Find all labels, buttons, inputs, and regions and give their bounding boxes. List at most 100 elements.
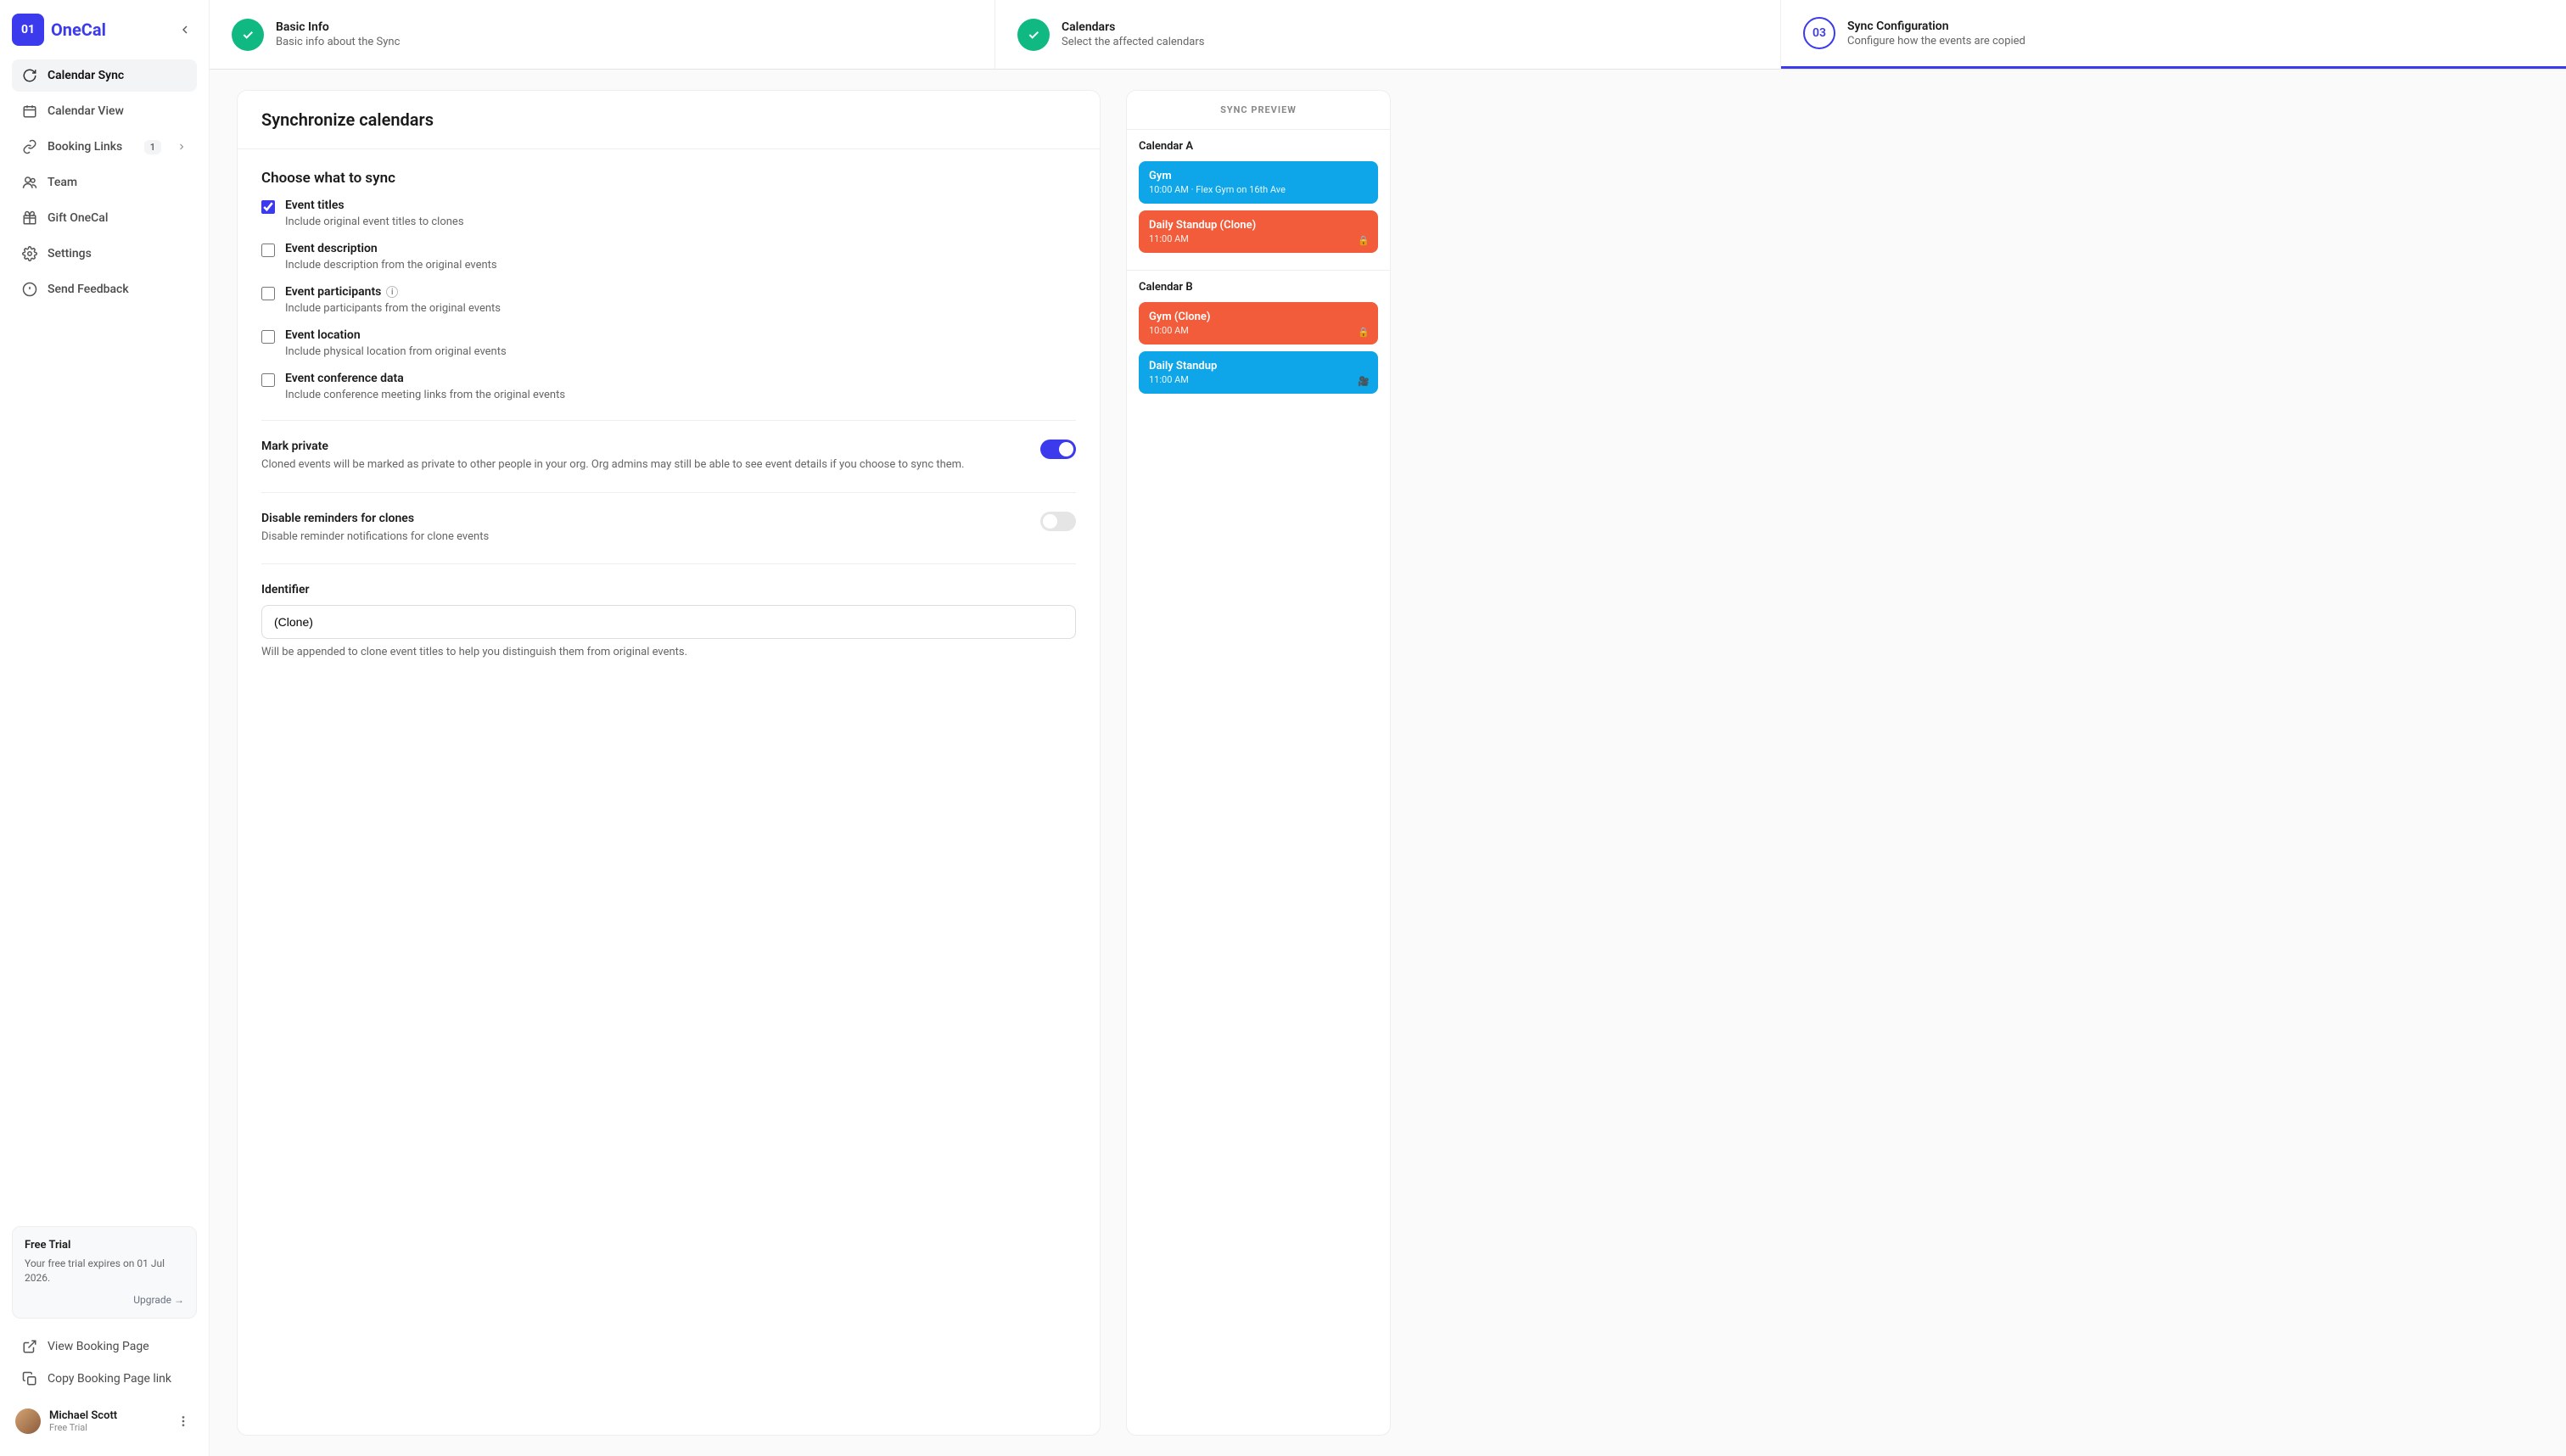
info-icon[interactable]: i [386, 286, 398, 298]
preview-event: Gym (Clone) 10:00 AM 🔒 [1139, 302, 1378, 344]
choose-section-title: Choose what to sync [261, 170, 1076, 187]
sidebar-item-label: Gift OneCal [48, 211, 108, 225]
event-title: Daily Standup [1149, 360, 1368, 372]
calendar-name: Calendar B [1139, 281, 1378, 294]
option-checkbox[interactable] [261, 287, 275, 300]
sidebar-item-calendar-sync[interactable]: Calendar Sync [12, 59, 197, 92]
sidebar-item-calendar-view[interactable]: Calendar View [12, 95, 197, 127]
avatar[interactable] [15, 1408, 41, 1434]
row-desc: Cloned events will be marked as private … [261, 456, 1020, 473]
lock-icon: 🔒 [1358, 327, 1370, 338]
lock-icon: 🔒 [1358, 235, 1370, 246]
sidebar-item-label: Team [48, 176, 77, 189]
preview-calendar-a: Calendar A Gym 10:00 AM · Flex Gym on 16… [1127, 129, 1390, 270]
link-label: View Booking Page [48, 1340, 149, 1353]
link-label: Copy Booking Page link [48, 1372, 171, 1386]
copy-booking-page-link[interactable]: Copy Booking Page link [12, 1363, 197, 1395]
trial-title: Free Trial [25, 1239, 184, 1252]
sidebar-item-badge: 1 [144, 140, 161, 154]
stepper: Basic Info Basic info about the Sync Cal… [210, 0, 2566, 70]
link-icon [22, 139, 37, 154]
option-checkbox[interactable] [261, 200, 275, 214]
identifier-help: Will be appended to clone event titles t… [261, 646, 1076, 658]
identifier-input[interactable] [261, 605, 1076, 639]
option-checkbox[interactable] [261, 373, 275, 387]
step-title: Basic Info [276, 20, 400, 34]
logo-mark: 01 [12, 14, 44, 46]
option-event-location: Event location Include physical location… [261, 328, 1076, 358]
calendar-icon [22, 104, 37, 119]
user-menu-button[interactable] [173, 1411, 193, 1431]
option-event-participants: Event participants i Include participant… [261, 285, 1076, 315]
sidebar-collapse-button[interactable] [173, 18, 197, 42]
disable-reminders-toggle[interactable] [1040, 512, 1076, 531]
trial-desc: Your free trial expires on 01 Jul 2026. [25, 1257, 184, 1285]
sidebar: 01 OneCal Calendar Sync Calendar View Bo… [0, 0, 210, 1456]
option-desc: Include original event titles to clones [285, 216, 464, 228]
sync-preview-panel: SYNC PREVIEW Calendar A Gym 10:00 AM · F… [1126, 90, 1391, 1436]
option-label: Event titles [285, 199, 464, 212]
preview-title: SYNC PREVIEW [1127, 91, 1390, 129]
mark-private-row: Mark private Cloned events will be marke… [261, 440, 1076, 473]
check-icon [232, 19, 264, 51]
step-desc: Basic info about the Sync [276, 36, 400, 48]
sync-icon [22, 68, 37, 83]
disable-reminders-row: Disable reminders for clones Disable rem… [261, 512, 1076, 546]
option-event-titles: Event titles Include original event titl… [261, 199, 1076, 228]
option-label: Event location [285, 328, 507, 342]
copy-icon [22, 1371, 37, 1386]
sidebar-item-gift[interactable]: Gift OneCal [12, 202, 197, 234]
option-label: Event conference data [285, 372, 565, 385]
view-booking-page-link[interactable]: View Booking Page [12, 1330, 197, 1363]
step-calendars[interactable]: Calendars Select the affected calendars [995, 0, 1781, 69]
event-title: Daily Standup (Clone) [1149, 219, 1368, 232]
step-basic-info[interactable]: Basic Info Basic info about the Sync [210, 0, 995, 69]
sidebar-item-settings[interactable]: Settings [12, 238, 197, 270]
sidebar-item-feedback[interactable]: Send Feedback [12, 273, 197, 305]
sidebar-item-booking-links[interactable]: Booking Links 1 [12, 131, 197, 163]
option-desc: Include physical location from original … [285, 345, 507, 358]
sync-config-panel: Synchronize calendars Choose what to syn… [237, 90, 1101, 1436]
gift-icon [22, 210, 37, 226]
option-desc: Include conference meeting links from th… [285, 389, 565, 401]
event-time: 11:00 AM [1149, 233, 1368, 244]
calendar-name: Calendar A [1139, 140, 1378, 153]
sidebar-item-label: Calendar Sync [48, 69, 124, 82]
step-number: 03 [1803, 17, 1835, 49]
option-checkbox[interactable] [261, 244, 275, 257]
option-checkbox[interactable] [261, 330, 275, 344]
feedback-icon [22, 282, 37, 297]
identifier-label: Identifier [261, 583, 1076, 596]
logo[interactable]: 01 OneCal [12, 14, 106, 46]
trial-card: Free Trial Your free trial expires on 01… [12, 1226, 197, 1319]
team-icon [22, 175, 37, 190]
event-title: Gym (Clone) [1149, 311, 1368, 323]
row-desc: Disable reminder notifications for clone… [261, 529, 1020, 546]
user-plan: Free Trial [49, 1422, 165, 1433]
preview-event: Daily Standup (Clone) 11:00 AM 🔒 [1139, 210, 1378, 253]
step-desc: Select the affected calendars [1062, 36, 1204, 48]
step-desc: Configure how the events are copied [1847, 35, 2025, 48]
row-title: Disable reminders for clones [261, 512, 1020, 525]
check-icon [1017, 19, 1050, 51]
preview-event: Daily Standup 11:00 AM 🎥 [1139, 351, 1378, 394]
preview-calendar-b: Calendar B Gym (Clone) 10:00 AM 🔒 Daily … [1127, 270, 1390, 411]
logo-text: OneCal [51, 20, 106, 40]
upgrade-link[interactable]: Upgrade → [25, 1294, 184, 1306]
external-link-icon [22, 1339, 37, 1354]
video-icon: 🎥 [1358, 376, 1370, 387]
user-name: Michael Scott [49, 1409, 165, 1422]
user-menu-row: Michael Scott Free Trial [12, 1400, 197, 1442]
event-time: 11:00 AM [1149, 374, 1368, 385]
mark-private-toggle[interactable] [1040, 440, 1076, 459]
sidebar-item-label: Booking Links [48, 140, 122, 154]
sidebar-item-team[interactable]: Team [12, 166, 197, 199]
chevron-right-icon [176, 142, 187, 152]
step-sync-configuration[interactable]: 03 Sync Configuration Configure how the … [1781, 0, 2566, 69]
option-label: Event participants i [285, 285, 501, 299]
option-event-description: Event description Include description fr… [261, 242, 1076, 272]
option-label: Event description [285, 242, 497, 255]
step-title: Calendars [1062, 20, 1204, 34]
option-desc: Include description from the original ev… [285, 259, 497, 272]
option-event-conference: Event conference data Include conference… [261, 372, 1076, 401]
